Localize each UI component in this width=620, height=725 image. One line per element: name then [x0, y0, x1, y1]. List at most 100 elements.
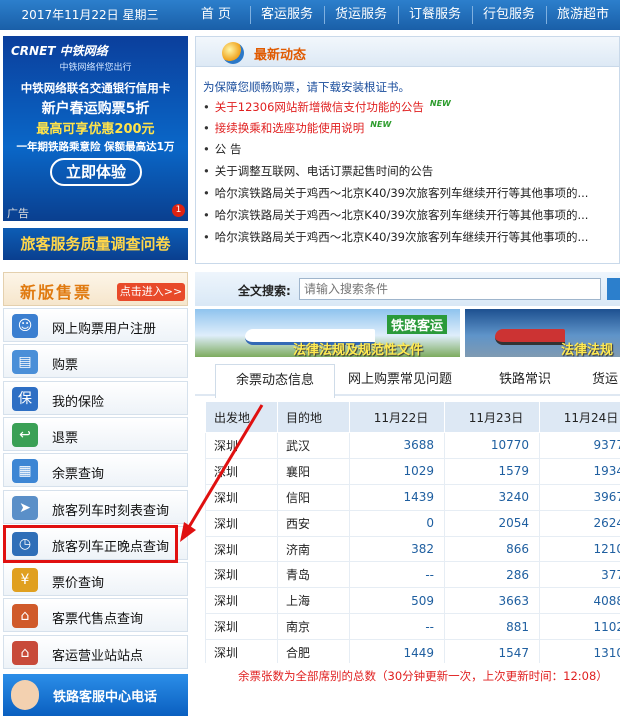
- highlight-box: [3, 525, 178, 563]
- table-cell: 深圳: [205, 561, 278, 589]
- tab-remaining-tickets[interactable]: 余票动态信息: [215, 364, 335, 398]
- news-item[interactable]: • 公 告: [203, 141, 241, 157]
- table-cell: 上海: [277, 587, 350, 615]
- menu-item[interactable]: ⌂ 客运营业站站点: [3, 634, 188, 669]
- nav-home[interactable]: 首 页: [183, 0, 249, 30]
- banner-title: 铁路客运: [387, 315, 448, 334]
- table-cell[interactable]: 286: [444, 561, 540, 589]
- table-cell[interactable]: 377: [539, 561, 620, 589]
- customer-service-hotline-banner[interactable]: 铁路客服中心电话: [3, 674, 188, 716]
- news-title: 最新动态: [254, 48, 307, 63]
- nav-travel-market[interactable]: 旅游超市: [547, 0, 619, 30]
- laws-regulations-banner-2[interactable]: 法律法规: [465, 309, 620, 357]
- laws-regulations-banner[interactable]: 铁路客运 法律法规及规范性文件: [195, 309, 460, 357]
- news-item-text[interactable]: 为保障您顺畅购票，请下载安装根证书。: [203, 80, 410, 94]
- menu-item-label: 余票查询: [52, 467, 105, 483]
- table-cell: 深圳: [205, 483, 278, 511]
- remaining-tickets-table: 出发地 目的地 11月22日 11月23日 11月24日 深圳 武汉 3688 10770 93…: [205, 401, 620, 663]
- bullet-icon: •: [203, 186, 210, 200]
- table-cell: 南京: [277, 613, 350, 641]
- news-item-text[interactable]: 哈尔滨铁路局关于鸡西～北京K40/39次旅客列车继续开行等其他事项的...: [215, 186, 589, 200]
- table-cell[interactable]: 1310: [539, 639, 620, 663]
- news-item[interactable]: • 接续换乘和选座功能使用说明 NEW: [203, 120, 391, 136]
- table-cell[interactable]: 1449: [349, 639, 445, 663]
- table-cell[interactable]: --: [349, 561, 445, 589]
- nav-luggage-service[interactable]: 行包服务: [473, 0, 545, 30]
- tab-railway-knowledge[interactable]: 铁路常识: [480, 364, 570, 396]
- menu-item[interactable]: ¥ 票价查询: [3, 562, 188, 597]
- table-cell: 深圳: [205, 457, 278, 485]
- table-cell[interactable]: 1547: [444, 639, 540, 663]
- table-cell[interactable]: 866: [444, 535, 540, 563]
- table-cell[interactable]: 4088: [539, 587, 620, 615]
- news-item-text[interactable]: 哈尔滨铁路局关于鸡西～北京K40/39次旅客列车继续开行等其他事项的...: [215, 208, 589, 222]
- news-item[interactable]: • 关于12306网站新增微信支付功能的公告 NEW: [203, 99, 451, 115]
- table-cell[interactable]: 3967: [539, 483, 620, 511]
- nav-passenger-service[interactable]: 客运服务: [251, 0, 323, 30]
- tab-online-faq[interactable]: 网上购票常见问题: [340, 364, 460, 396]
- table-cell[interactable]: 881: [444, 613, 540, 641]
- ad-page-badge[interactable]: 1: [172, 204, 185, 217]
- table-cell[interactable]: 10770: [444, 432, 540, 459]
- news-item[interactable]: • 哈尔滨铁路局关于鸡西～北京K40/39次旅客列车继续开行等其他事项的...: [203, 185, 588, 201]
- table-cell[interactable]: 382: [349, 535, 445, 563]
- news-item[interactable]: • 关于调整互联网、电话订票起售时间的公告: [203, 163, 433, 179]
- news-item-text[interactable]: 关于调整互联网、电话订票起售时间的公告: [215, 164, 434, 178]
- news-item-text[interactable]: 哈尔滨铁路局关于鸡西～北京K40/39次旅客列车继续开行等其他事项的...: [215, 230, 589, 244]
- table-cell[interactable]: 1439: [349, 483, 445, 511]
- news-item[interactable]: 为保障您顺畅购票，请下载安装根证书。: [203, 79, 410, 95]
- service-survey-banner[interactable]: 旅客服务质量调查问卷: [3, 228, 188, 260]
- menu-item[interactable]: ▦ 余票查询: [3, 453, 188, 488]
- news-header: 最新动态: [196, 37, 619, 67]
- news-item[interactable]: • 哈尔滨铁路局关于鸡西～北京K40/39次旅客列车继续开行等其他事项的...: [203, 229, 588, 245]
- table-cell[interactable]: 3663: [444, 587, 540, 615]
- table-cell[interactable]: 0: [349, 509, 445, 537]
- table-cell[interactable]: 3688: [349, 432, 445, 459]
- menu-item-label: 客票代售点查询: [52, 612, 144, 628]
- news-item-text[interactable]: 接续换乘和选座功能使用说明: [215, 121, 365, 135]
- table-cell: 济南: [277, 535, 350, 563]
- table-cell[interactable]: --: [349, 613, 445, 641]
- ad-line-3: 最高可享优惠200元: [36, 122, 155, 137]
- user-register-icon: ☺: [12, 314, 38, 338]
- table-cell[interactable]: 1102: [539, 613, 620, 641]
- news-item[interactable]: • 哈尔滨铁路局关于鸡西～北京K40/39次旅客列车继续开行等其他事项的...: [203, 207, 588, 223]
- table-cell[interactable]: 1934: [539, 457, 620, 485]
- table-cell: 深圳: [205, 509, 278, 537]
- table-cell[interactable]: 9377: [539, 432, 620, 459]
- menu-item[interactable]: 保我的保险: [3, 380, 188, 415]
- menu-item-label: 网上购票用户注册: [52, 322, 157, 337]
- menu-item[interactable]: ☺ 网上购票用户注册: [3, 308, 188, 342]
- table-cell[interactable]: 1579: [444, 457, 540, 485]
- table-header-row: 出发地 目的地 11月22日 11月23日 11月24日: [205, 401, 620, 433]
- locomotive-image: [495, 329, 565, 345]
- nav-meal-service[interactable]: 订餐服务: [399, 0, 471, 30]
- table-cell: 合肥: [277, 639, 350, 663]
- insurance-shield-icon: 保: [12, 386, 38, 411]
- table-cell[interactable]: 2624: [539, 509, 620, 537]
- table-cell[interactable]: 1210: [539, 535, 620, 563]
- news-item-text[interactable]: 关于12306网站新增微信支付功能的公告: [215, 100, 424, 114]
- table-row: 深圳上海50936634088: [205, 587, 620, 615]
- column-header: 目的地: [277, 401, 350, 433]
- table-cell[interactable]: 509: [349, 587, 445, 615]
- table-cell[interactable]: 2054: [444, 509, 540, 537]
- nav-freight-service[interactable]: 货运服务: [325, 0, 397, 30]
- menu-item[interactable]: ➤ 旅客列车时刻表查询: [3, 489, 188, 524]
- bullet-icon: •: [203, 100, 210, 114]
- enter-new-ticketing-button[interactable]: 点击进入>>: [117, 283, 185, 301]
- search-button[interactable]: [607, 278, 620, 300]
- column-header: 11月22日: [349, 401, 445, 433]
- menu-item[interactable]: ⌂ 客票代售点查询: [3, 598, 188, 633]
- credit-card-ad-banner[interactable]: CRNET 中铁网络 中铁网络伴您出行 中铁网络联名交通银行信用卡 新户春运购票…: [3, 36, 188, 221]
- current-date: 2017年11月22日 星期三: [21, 8, 159, 22]
- info-tabs: 余票动态信息 网上购票常见问题 铁路常识 货运: [195, 364, 620, 398]
- try-now-button[interactable]: 立即体验: [50, 158, 142, 186]
- tab-freight[interactable]: 货运: [585, 364, 620, 396]
- menu-item[interactable]: ▤ 购票: [3, 344, 188, 379]
- news-item-text[interactable]: 公 告: [215, 142, 242, 156]
- search-input[interactable]: [299, 278, 601, 300]
- table-cell[interactable]: 1029: [349, 457, 445, 485]
- menu-item[interactable]: ↩ 退票: [3, 416, 188, 451]
- table-cell[interactable]: 3240: [444, 483, 540, 511]
